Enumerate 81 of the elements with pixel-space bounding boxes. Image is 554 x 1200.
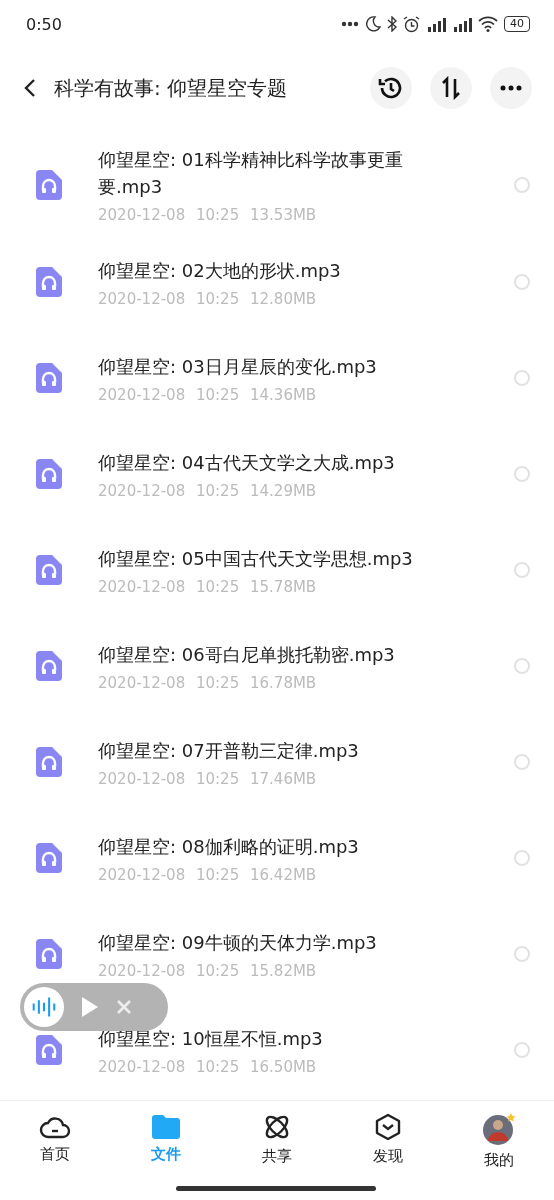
file-meta: 2020-12-08 10:25 16.50MB — [98, 1057, 318, 1076]
sort-button[interactable] — [430, 67, 472, 109]
file-name: 仰望星空: 03日月星辰的变化.mp3 — [98, 354, 378, 379]
history-icon — [378, 75, 404, 101]
file-row[interactable]: 仰望星空: 06哥白尼单挑托勒密.mp3 2020-12-08 10:25 16.78MB — [0, 618, 554, 714]
mini-player[interactable] — [20, 983, 168, 1031]
select-checkbox[interactable] — [514, 466, 530, 482]
select-checkbox[interactable] — [514, 274, 530, 290]
select-checkbox[interactable] — [514, 754, 530, 770]
file-name: 仰望星空: 04古代天文学之大成.mp3 — [98, 450, 396, 475]
play-icon — [80, 995, 100, 1019]
file-row[interactable]: 仰望星空: 02大地的形状.mp3 2020-12-08 10:25 12.80MB — [0, 234, 554, 330]
audio-file-icon — [36, 459, 62, 489]
audio-file-icon — [36, 747, 62, 777]
file-row[interactable]: 仰望星空: 01科学精神比科学故事更重要.mp3 2020-12-08 10:25 13.53MB — [0, 136, 554, 234]
audio-file-icon — [36, 267, 62, 297]
waveform-icon — [32, 997, 56, 1017]
select-checkbox[interactable] — [514, 850, 530, 866]
select-checkbox[interactable] — [514, 946, 530, 962]
nav-tab[interactable]: 首页 — [0, 1113, 111, 1200]
back-icon — [24, 78, 36, 98]
close-button[interactable] — [116, 999, 132, 1015]
file-row[interactable]: 仰望星空: 09牛顿的天体力学.mp3 2020-12-08 10:25 15.82MB — [0, 906, 554, 1002]
audio-file-icon — [36, 170, 62, 200]
battery-indicator: 40 — [504, 16, 530, 32]
file-row[interactable]: 仰望星空: 05中国古代天文学思想.mp3 2020-12-08 10:25 15.78MB — [0, 522, 554, 618]
close-icon — [116, 999, 132, 1015]
file-name: 仰望星空: 02大地的形状.mp3 — [98, 258, 342, 283]
file-name: 仰望星空: 10恒星不恒.mp3 — [98, 1026, 324, 1051]
nav-tab[interactable]: 我的 — [443, 1113, 554, 1200]
file-name: 仰望星空: 01科学精神比科学故事更重要.mp3 — [98, 148, 404, 199]
file-meta: 2020-12-08 10:25 16.42MB — [98, 865, 318, 884]
wifi-icon — [478, 16, 498, 32]
audio-file-icon — [36, 843, 62, 873]
orbit-icon — [263, 1113, 291, 1141]
file-meta: 2020-12-08 10:25 14.29MB — [98, 481, 318, 500]
audio-file-icon — [36, 651, 62, 681]
file-meta: 2020-12-08 10:25 12.80MB — [98, 289, 318, 308]
history-button[interactable] — [370, 67, 412, 109]
file-row[interactable]: 仰望星空: 07开普勒三定律.mp3 2020-12-08 10:25 17.46MB — [0, 714, 554, 810]
file-name: 仰望星空: 09牛顿的天体力学.mp3 — [98, 930, 378, 955]
hexagon-icon — [373, 1113, 402, 1141]
file-row[interactable]: 仰望星空: 08伽利略的证明.mp3 2020-12-08 10:25 16.42MB — [0, 810, 554, 906]
file-meta: 2020-12-08 10:25 15.82MB — [98, 961, 318, 980]
file-name: 仰望星空: 05中国古代天文学思想.mp3 — [98, 546, 414, 571]
file-name: 仰望星空: 07开普勒三定律.mp3 — [98, 738, 360, 763]
file-row[interactable]: 仰望星空: 03日月星辰的变化.mp3 2020-12-08 10:25 14.36MB — [0, 330, 554, 426]
audio-file-icon — [36, 363, 62, 393]
file-row[interactable]: 仰望星空: 10恒星不恒.mp3 2020-12-08 10:25 16.50MB — [0, 1002, 554, 1098]
select-checkbox[interactable] — [514, 562, 530, 578]
select-checkbox[interactable] — [514, 1042, 530, 1058]
file-meta: 2020-12-08 10:25 15.78MB — [98, 577, 318, 596]
more-icon — [500, 85, 522, 91]
file-meta: 2020-12-08 10:25 17.46MB — [98, 769, 318, 788]
nav-tab[interactable]: 共享 — [221, 1113, 333, 1200]
file-row[interactable]: 仰望星空: 04古代天文学之大成.mp3 2020-12-08 10:25 14.29MB — [0, 426, 554, 522]
bluetooth-icon — [387, 16, 397, 32]
audio-file-icon — [36, 939, 62, 969]
select-checkbox[interactable] — [514, 370, 530, 386]
select-checkbox[interactable] — [514, 658, 530, 674]
more-button[interactable] — [490, 67, 532, 109]
waveform-button[interactable] — [24, 987, 64, 1027]
audio-file-icon — [36, 1035, 62, 1065]
file-name: 仰望星空: 06哥白尼单挑托勒密.mp3 — [98, 642, 396, 667]
moon-icon — [365, 16, 381, 32]
folder-icon — [152, 1113, 181, 1139]
audio-file-icon — [36, 555, 62, 585]
play-button[interactable] — [80, 995, 100, 1019]
avatar-icon — [481, 1113, 516, 1145]
page-title: 科学有故事: 仰望星空专题 — [54, 74, 289, 102]
select-checkbox[interactable] — [514, 177, 530, 193]
file-name: 仰望星空: 08伽利略的证明.mp3 — [98, 834, 360, 859]
signal-icon — [426, 16, 446, 32]
nav-tab[interactable]: 发现 — [332, 1113, 444, 1200]
more-dots-icon — [341, 21, 359, 27]
status-time: 0:50 — [26, 14, 62, 34]
file-meta: 2020-12-08 10:25 16.78MB — [98, 673, 318, 692]
alarm-icon — [403, 15, 420, 33]
signal-icon — [452, 16, 472, 32]
file-meta: 2020-12-08 10:25 14.36MB — [98, 385, 318, 404]
file-meta: 2020-12-08 10:25 13.53MB — [98, 206, 318, 224]
